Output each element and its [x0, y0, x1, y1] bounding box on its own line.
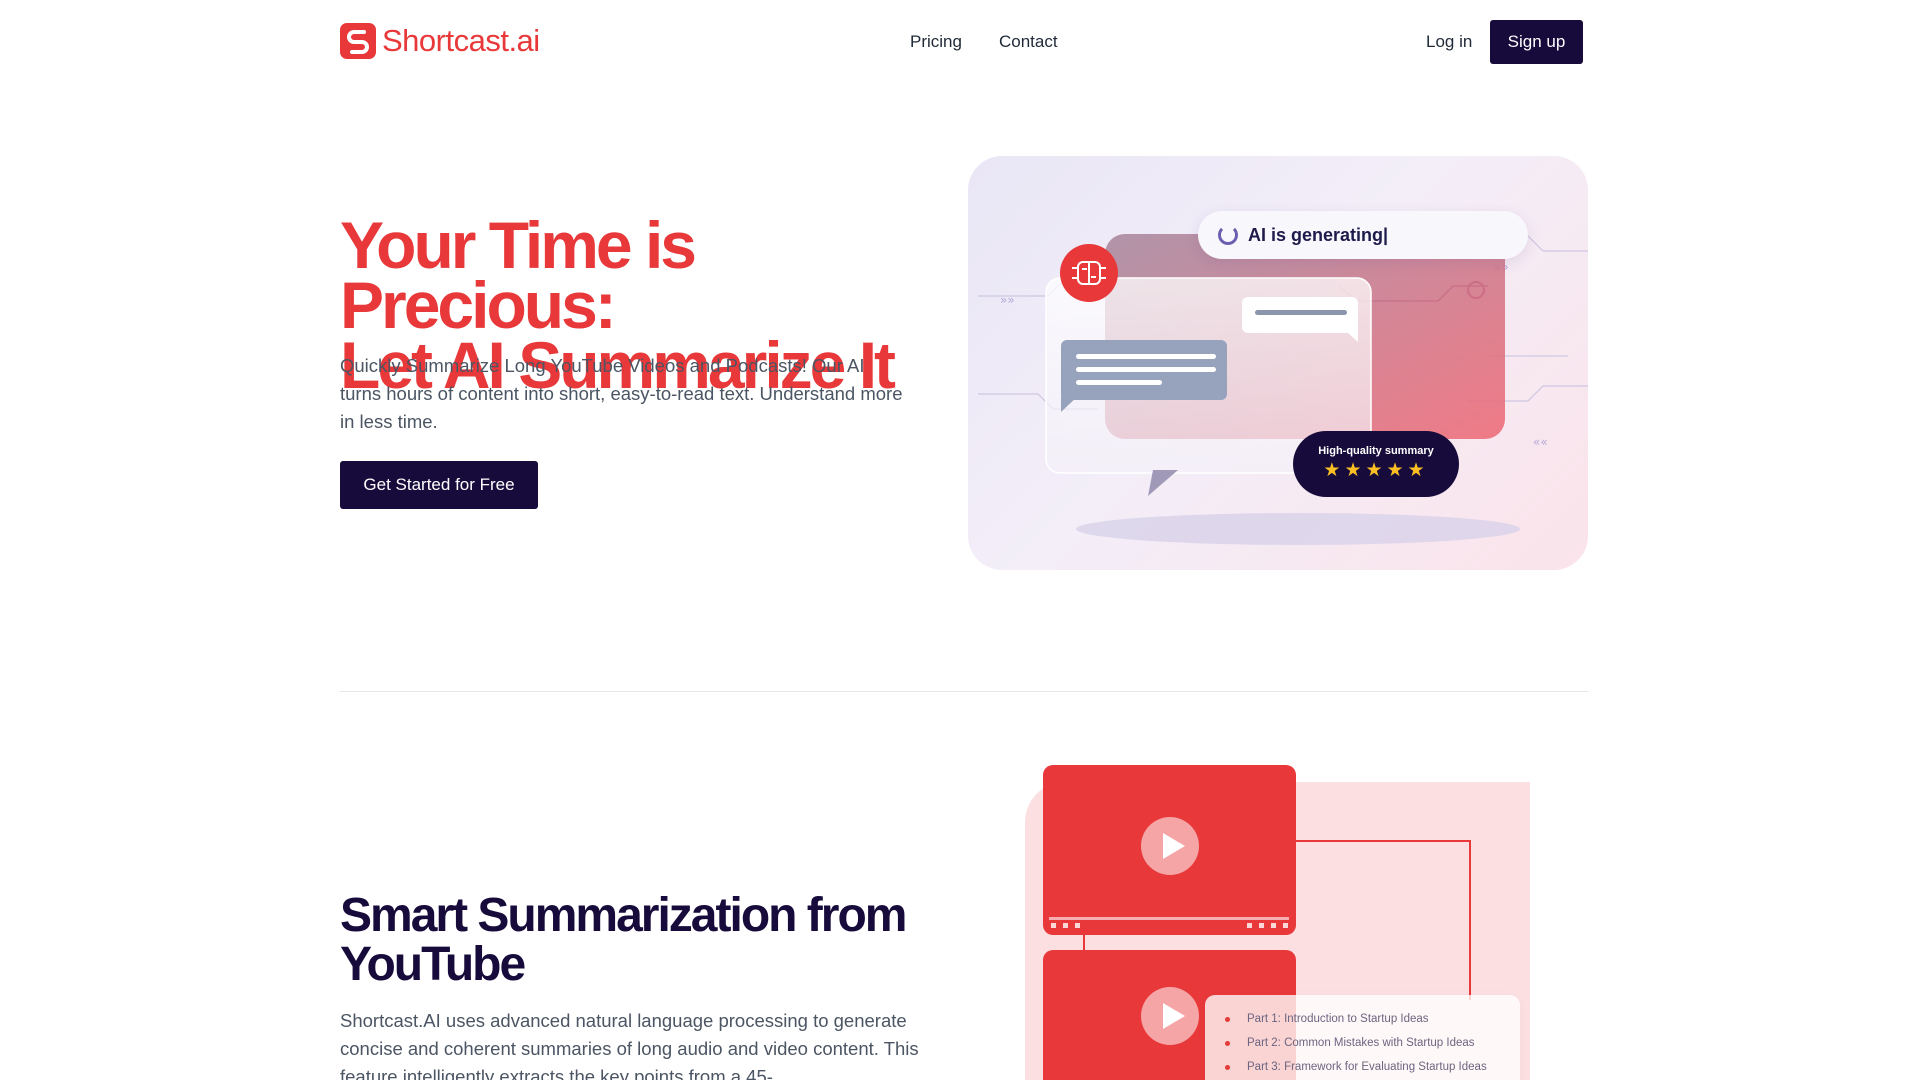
signup-button[interactable]: Sign up	[1490, 20, 1583, 64]
nav-contact-link[interactable]: Contact	[999, 32, 1058, 52]
shortcast-logo-icon	[340, 23, 376, 59]
brand-name: Shortcast.ai	[382, 23, 540, 58]
connector-line	[1083, 932, 1085, 952]
get-started-button[interactable]: Get Started for Free	[340, 461, 538, 509]
summary-badge: High-quality summary ★★★★★	[1293, 431, 1459, 497]
star-rating: ★★★★★	[1323, 460, 1429, 481]
ai-generating-text: AI is generating|	[1248, 224, 1389, 245]
youtube-illustration: Part 1: Introduction to Startup Ideas Pa…	[1025, 760, 1530, 1080]
video-controls	[1051, 923, 1291, 931]
logo-link[interactable]: Shortcast.ai	[340, 22, 540, 60]
list-item: Part 1: Introduction to Startup Ideas	[1225, 1007, 1487, 1031]
ai-generating-pill: AI is generating|	[1198, 211, 1528, 259]
section-title-line-1: Smart Summarization from	[340, 889, 907, 942]
play-icon	[1141, 817, 1199, 875]
nav-pricing-link[interactable]: Pricing	[910, 32, 962, 52]
svg-text:««: ««	[1533, 435, 1548, 449]
section-divider	[340, 691, 1588, 692]
summary-parts-card: Part 1: Introduction to Startup Ideas Pa…	[1205, 995, 1520, 1080]
summary-label: High-quality summary	[1318, 445, 1434, 457]
summary-parts-list: Part 1: Introduction to Startup Ideas Pa…	[1225, 1007, 1487, 1079]
connector-line	[1296, 840, 1471, 1000]
section-title: Smart Summarization from YouTube	[340, 891, 960, 989]
video-progress-bar	[1049, 917, 1289, 920]
top-nav: Shortcast.ai Pricing Contact Log in Sign…	[0, 0, 1920, 85]
svg-text:»»: »»	[1000, 293, 1015, 307]
hero-illustration: »» «« »» AI is generating| High-quality …	[968, 156, 1588, 570]
hero-title-line-1: Your Time is Precious:	[340, 208, 697, 342]
hero-description: Quickly Summarize Long YouTube Videos an…	[340, 355, 903, 432]
video-thumbnail	[1043, 765, 1296, 935]
section-description: Shortcast.AI uses advanced natural langu…	[340, 1010, 919, 1080]
list-item: Part 3: Framework for Evaluating Startup…	[1225, 1055, 1487, 1079]
play-icon	[1141, 987, 1199, 1045]
list-item: Part 2: Common Mistakes with Startup Ide…	[1225, 1031, 1487, 1055]
spinner-icon	[1218, 225, 1238, 245]
section-title-line-2: YouTube	[340, 938, 526, 991]
login-link[interactable]: Log in	[1426, 32, 1472, 52]
